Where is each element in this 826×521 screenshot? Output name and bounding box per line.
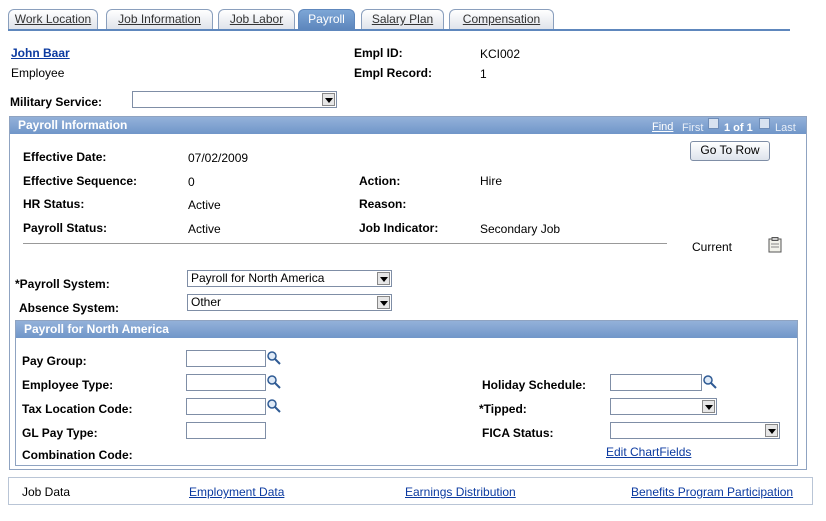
chevron-down-icon[interactable] xyxy=(322,93,335,106)
action-label: Action: xyxy=(359,174,401,188)
payroll-system-value: Payroll for North America xyxy=(191,271,325,285)
gl-pay-type-input[interactable] xyxy=(186,422,266,439)
holiday-schedule-label: Holiday Schedule: xyxy=(482,378,587,392)
absence-system-label: Absence System: xyxy=(19,301,120,315)
chevron-down-icon[interactable] xyxy=(377,296,390,309)
tipped-select[interactable] xyxy=(610,398,717,415)
action-value: Hire xyxy=(480,174,503,188)
clipboard-icon[interactable] xyxy=(768,237,782,253)
military-service-label: Military Service: xyxy=(10,95,103,109)
pay-group-label: Pay Group: xyxy=(22,354,87,368)
first-label: First xyxy=(682,122,704,134)
military-service-select[interactable] xyxy=(132,91,337,108)
employment-data-link[interactable]: Employment Data xyxy=(189,485,284,499)
empl-record-value: 1 xyxy=(480,67,487,81)
hr-status-label: HR Status: xyxy=(23,197,85,211)
reason-label: Reason: xyxy=(359,197,407,211)
chevron-down-icon[interactable] xyxy=(702,400,715,413)
employee-name-link[interactable]: John Baar xyxy=(11,46,70,60)
search-icon[interactable] xyxy=(266,350,282,366)
search-icon[interactable] xyxy=(266,398,282,414)
search-icon[interactable] xyxy=(266,374,282,390)
first-arrow-icon[interactable] xyxy=(708,118,719,129)
effective-sequence-label: Effective Sequence: xyxy=(23,174,138,188)
payroll-status-value: Active xyxy=(188,222,221,236)
effective-date-label: Effective Date: xyxy=(23,150,107,164)
employee-role: Employee xyxy=(11,66,65,80)
employee-type-label: Employee Type: xyxy=(22,378,114,392)
pay-group-input[interactable] xyxy=(186,350,266,367)
last-arrow-icon[interactable] xyxy=(759,118,770,129)
search-icon[interactable] xyxy=(702,374,718,390)
empl-id-value: KCI002 xyxy=(480,47,521,61)
row-range: 1 of 1 xyxy=(724,122,753,134)
absence-system-select[interactable]: Other xyxy=(187,294,392,311)
last-label: Last xyxy=(775,122,796,134)
tax-location-label: Tax Location Code: xyxy=(22,402,133,416)
current-label: Current xyxy=(692,240,733,254)
holiday-schedule-input[interactable] xyxy=(610,374,702,391)
tab-salary-plan[interactable]: Salary Plan xyxy=(361,9,444,29)
tab-work-location[interactable]: Work Location xyxy=(8,9,98,29)
edit-chartfields-link[interactable]: Edit ChartFields xyxy=(606,445,691,459)
combination-code-label: Combination Code: xyxy=(22,448,133,462)
tab-job-information[interactable]: Job Information xyxy=(106,9,213,29)
chevron-down-icon[interactable] xyxy=(377,272,390,285)
fica-status-select[interactable] xyxy=(610,422,780,439)
gl-pay-type-label: GL Pay Type: xyxy=(22,426,98,440)
chevron-down-icon[interactable] xyxy=(765,424,778,437)
payroll-information-title: Payroll Information xyxy=(18,118,128,132)
tab-payroll[interactable]: Payroll xyxy=(298,9,355,29)
job-indicator-value: Secondary Job xyxy=(480,222,561,236)
tipped-label: *Tipped: xyxy=(479,402,527,416)
footer-job-data: Job Data xyxy=(22,485,71,499)
effective-date-value: 07/02/2009 xyxy=(188,151,249,165)
tab-underline xyxy=(8,29,790,31)
benefits-program-link[interactable]: Benefits Program Participation xyxy=(631,485,793,499)
employee-type-input[interactable] xyxy=(186,374,266,391)
pna-title: Payroll for North America xyxy=(24,322,169,336)
empl-record-label: Empl Record: xyxy=(354,66,433,80)
find-link[interactable]: Find xyxy=(652,121,673,133)
tax-location-input[interactable] xyxy=(186,398,266,415)
section-divider xyxy=(23,243,667,244)
effective-sequence-value: 0 xyxy=(188,175,195,189)
job-indicator-label: Job Indicator: xyxy=(359,221,439,235)
empl-id-label: Empl ID: xyxy=(354,46,403,60)
payroll-status-label: Payroll Status: xyxy=(23,221,108,235)
earnings-distribution-link[interactable]: Earnings Distribution xyxy=(405,485,516,499)
payroll-system-label: *Payroll System: xyxy=(15,277,110,291)
go-to-row-button[interactable]: Go To Row xyxy=(690,141,770,161)
absence-system-value: Other xyxy=(191,295,222,309)
tab-job-labor[interactable]: Job Labor xyxy=(218,9,295,29)
tab-compensation[interactable]: Compensation xyxy=(449,9,554,29)
payroll-system-select[interactable]: Payroll for North America xyxy=(187,270,392,287)
fica-status-label: FICA Status: xyxy=(482,426,554,440)
pna-header: Payroll for North America xyxy=(16,321,797,338)
hr-status-value: Active xyxy=(188,198,221,212)
